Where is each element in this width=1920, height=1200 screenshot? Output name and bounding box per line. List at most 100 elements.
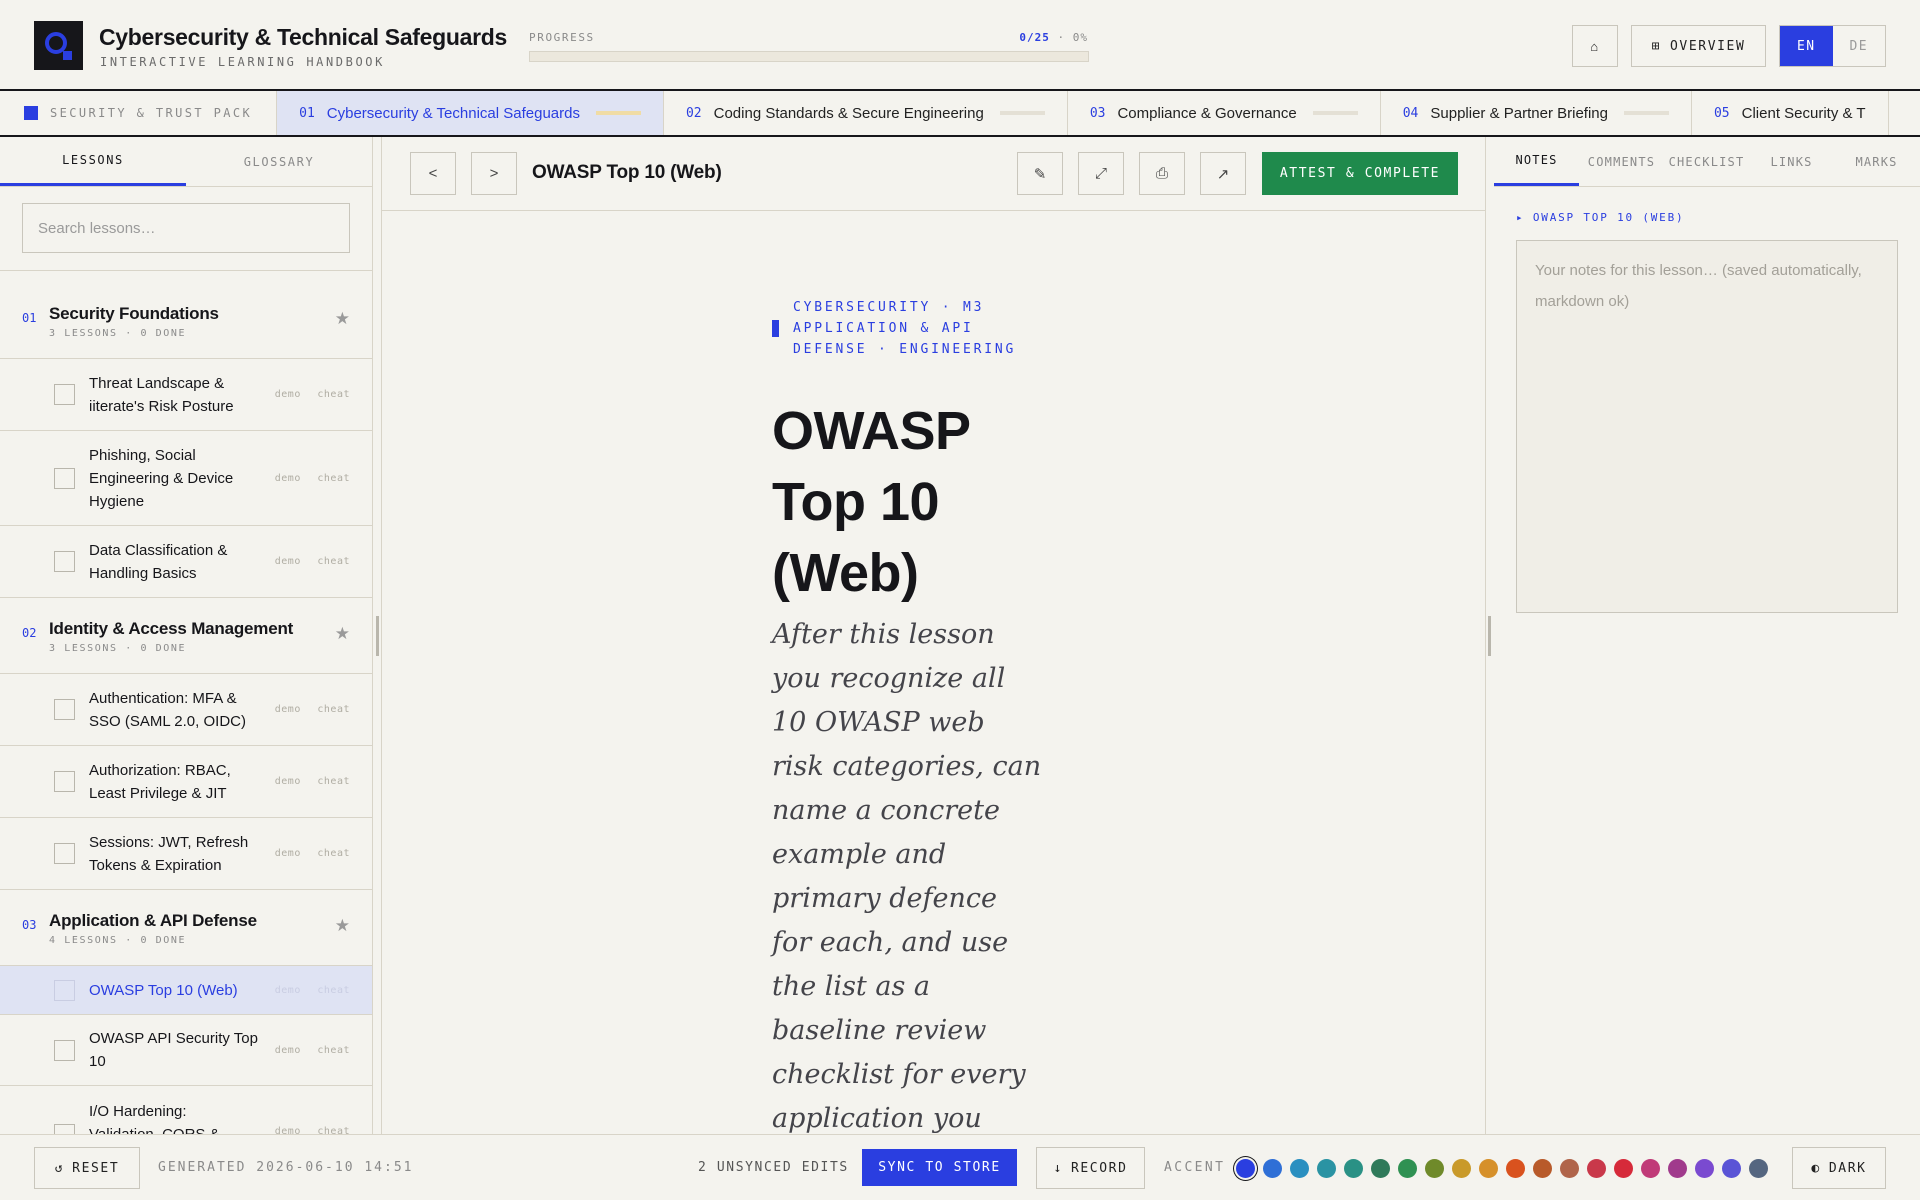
lesson-checkbox[interactable] (54, 467, 75, 489)
print-button[interactable]: ⎙ (1139, 152, 1185, 195)
lesson-title: Threat Landscape & iiterate's Risk Postu… (89, 374, 234, 415)
tab-notes[interactable]: NOTES (1494, 137, 1579, 186)
lesson-checkbox[interactable] (54, 843, 75, 864)
tab-handbook-03[interactable]: 03 Compliance & Governance (1068, 91, 1381, 135)
tab-security-trust-pack[interactable]: SECURITY & TRUST PACK (0, 91, 278, 135)
language-switch: EN DE (1779, 25, 1886, 67)
tab-handbook-01[interactable]: 01 Cybersecurity & Technical Safeguards (277, 91, 664, 135)
module-header[interactable]: 02 Identity & Access Management 3 LESSONS… (0, 598, 372, 674)
demo-tag[interactable]: demo (275, 473, 301, 484)
accent-swatch[interactable] (1641, 1159, 1660, 1178)
app-logo-icon (34, 21, 83, 70)
accent-swatch[interactable] (1587, 1159, 1606, 1178)
star-icon[interactable]: ★ (335, 624, 350, 644)
accent-swatch[interactable] (1749, 1159, 1768, 1178)
module-header[interactable]: 01 Security Foundations 3 LESSONS · 0 DON… (0, 271, 372, 359)
demo-tag[interactable]: demo (275, 1126, 301, 1134)
accent-swatch[interactable] (1614, 1159, 1633, 1178)
accent-swatch[interactable] (1533, 1159, 1552, 1178)
tab-handbook-04[interactable]: 04 Supplier & Partner Briefing (1381, 91, 1692, 135)
lesson-item[interactable]: Threat Landscape & iiterate's Risk Postu… (0, 359, 372, 431)
record-button[interactable]: ↓ RECORD (1036, 1147, 1145, 1189)
demo-tag[interactable]: demo (275, 1045, 301, 1056)
overview-button[interactable]: ⊞ OVERVIEW (1631, 25, 1766, 67)
cheat-tag[interactable]: cheat (317, 1045, 350, 1056)
demo-tag[interactable]: demo (275, 985, 301, 996)
edit-button[interactable]: ✎ (1017, 152, 1063, 195)
accent-swatch[interactable] (1398, 1159, 1417, 1178)
lesson-checkbox[interactable] (54, 551, 75, 572)
demo-tag[interactable]: demo (275, 556, 301, 567)
tab-lessons[interactable]: LESSONS (0, 137, 186, 186)
demo-tag[interactable]: demo (275, 848, 301, 859)
lesson-item-active[interactable]: OWASP Top 10 (Web) demo cheat (0, 966, 372, 1015)
tab-handbook-02[interactable]: 02 Coding Standards & Secure Engineering (664, 91, 1068, 135)
accent-swatch[interactable] (1506, 1159, 1525, 1178)
cheat-tag[interactable]: cheat (317, 556, 350, 567)
lesson-checkbox[interactable] (54, 384, 75, 405)
open-external-button[interactable]: ↗ (1200, 152, 1246, 195)
lesson-item[interactable]: Sessions: JWT, Refresh Tokens & Expirati… (0, 818, 372, 890)
tab-comments[interactable]: COMMENTS (1579, 137, 1664, 186)
expand-button[interactable]: ⤢ (1078, 152, 1124, 195)
lesson-title: OWASP Top 10 (Web) (89, 981, 238, 999)
tab-links[interactable]: LINKS (1749, 137, 1834, 186)
tab-glossary[interactable]: GLOSSARY (186, 137, 372, 186)
accent-swatch[interactable] (1317, 1159, 1336, 1178)
cheat-tag[interactable]: cheat (317, 776, 350, 787)
lesson-checkbox[interactable] (54, 699, 75, 720)
module-meta: 4 LESSONS · 0 DONE (49, 935, 187, 946)
lesson-item[interactable]: Authorization: RBAC, Least Privilege & J… (0, 746, 372, 818)
next-lesson-button[interactable]: > (471, 152, 517, 195)
tab-checklist[interactable]: CHECKLIST (1664, 137, 1749, 186)
accent-swatch[interactable] (1479, 1159, 1498, 1178)
accent-swatch[interactable] (1371, 1159, 1390, 1178)
lesson-item[interactable]: I/O Hardening: Validation, CORS & demo c… (0, 1086, 372, 1134)
left-resize-handle[interactable] (376, 616, 379, 656)
accent-swatch[interactable] (1560, 1159, 1579, 1178)
reset-button[interactable]: ↺ RESET (34, 1147, 140, 1189)
home-button[interactable]: ⌂ (1572, 25, 1618, 67)
cheat-tag[interactable]: cheat (317, 1126, 350, 1134)
lang-de-button[interactable]: DE (1833, 26, 1886, 66)
cheat-tag[interactable]: cheat (317, 704, 350, 715)
module-header[interactable]: 03 Application & API Defense 4 LESSONS · … (0, 890, 372, 966)
attest-complete-button[interactable]: ATTEST & COMPLETE (1262, 152, 1458, 195)
lang-en-button[interactable]: EN (1780, 26, 1833, 66)
dark-mode-button[interactable]: ◐ DARK (1792, 1147, 1886, 1189)
lesson-item[interactable]: Phishing, Social Engineering & Device Hy… (0, 431, 372, 526)
cheat-tag[interactable]: cheat (317, 848, 350, 859)
search-input[interactable] (22, 203, 350, 253)
lesson-checkbox[interactable] (54, 1124, 75, 1134)
cheat-tag[interactable]: cheat (317, 389, 350, 400)
accent-swatch[interactable] (1668, 1159, 1687, 1178)
accent-swatch[interactable] (1290, 1159, 1309, 1178)
accent-swatch[interactable] (1452, 1159, 1471, 1178)
tab-marks[interactable]: MARKS (1834, 137, 1919, 186)
accent-swatch[interactable] (1425, 1159, 1444, 1178)
notes-textarea[interactable] (1516, 240, 1898, 613)
accent-swatch[interactable] (1236, 1159, 1255, 1178)
lesson-item[interactable]: Authentication: MFA & SSO (SAML 2.0, OID… (0, 674, 372, 746)
lesson-checkbox[interactable] (54, 979, 75, 1001)
demo-tag[interactable]: demo (275, 704, 301, 715)
star-icon[interactable]: ★ (335, 916, 350, 936)
tab-handbook-05[interactable]: 05 Client Security & T (1692, 91, 1889, 135)
accent-swatch[interactable] (1722, 1159, 1741, 1178)
accent-swatch[interactable] (1344, 1159, 1363, 1178)
lesson-checkbox[interactable] (54, 771, 75, 792)
accent-swatch[interactable] (1263, 1159, 1282, 1178)
cheat-tag[interactable]: cheat (317, 985, 350, 996)
accent-swatch[interactable] (1695, 1159, 1714, 1178)
lesson-item[interactable]: Data Classification & Handling Basics de… (0, 526, 372, 598)
module-title: Security Foundations (49, 304, 219, 323)
star-icon[interactable]: ★ (335, 309, 350, 329)
right-resize-handle[interactable] (1488, 616, 1491, 656)
demo-tag[interactable]: demo (275, 776, 301, 787)
lesson-item[interactable]: OWASP API Security Top 10 demo cheat (0, 1015, 372, 1086)
lesson-checkbox[interactable] (54, 1039, 75, 1061)
demo-tag[interactable]: demo (275, 389, 301, 400)
prev-lesson-button[interactable]: < (410, 152, 456, 195)
sync-to-store-button[interactable]: SYNC TO STORE (862, 1149, 1017, 1186)
cheat-tag[interactable]: cheat (317, 473, 350, 484)
